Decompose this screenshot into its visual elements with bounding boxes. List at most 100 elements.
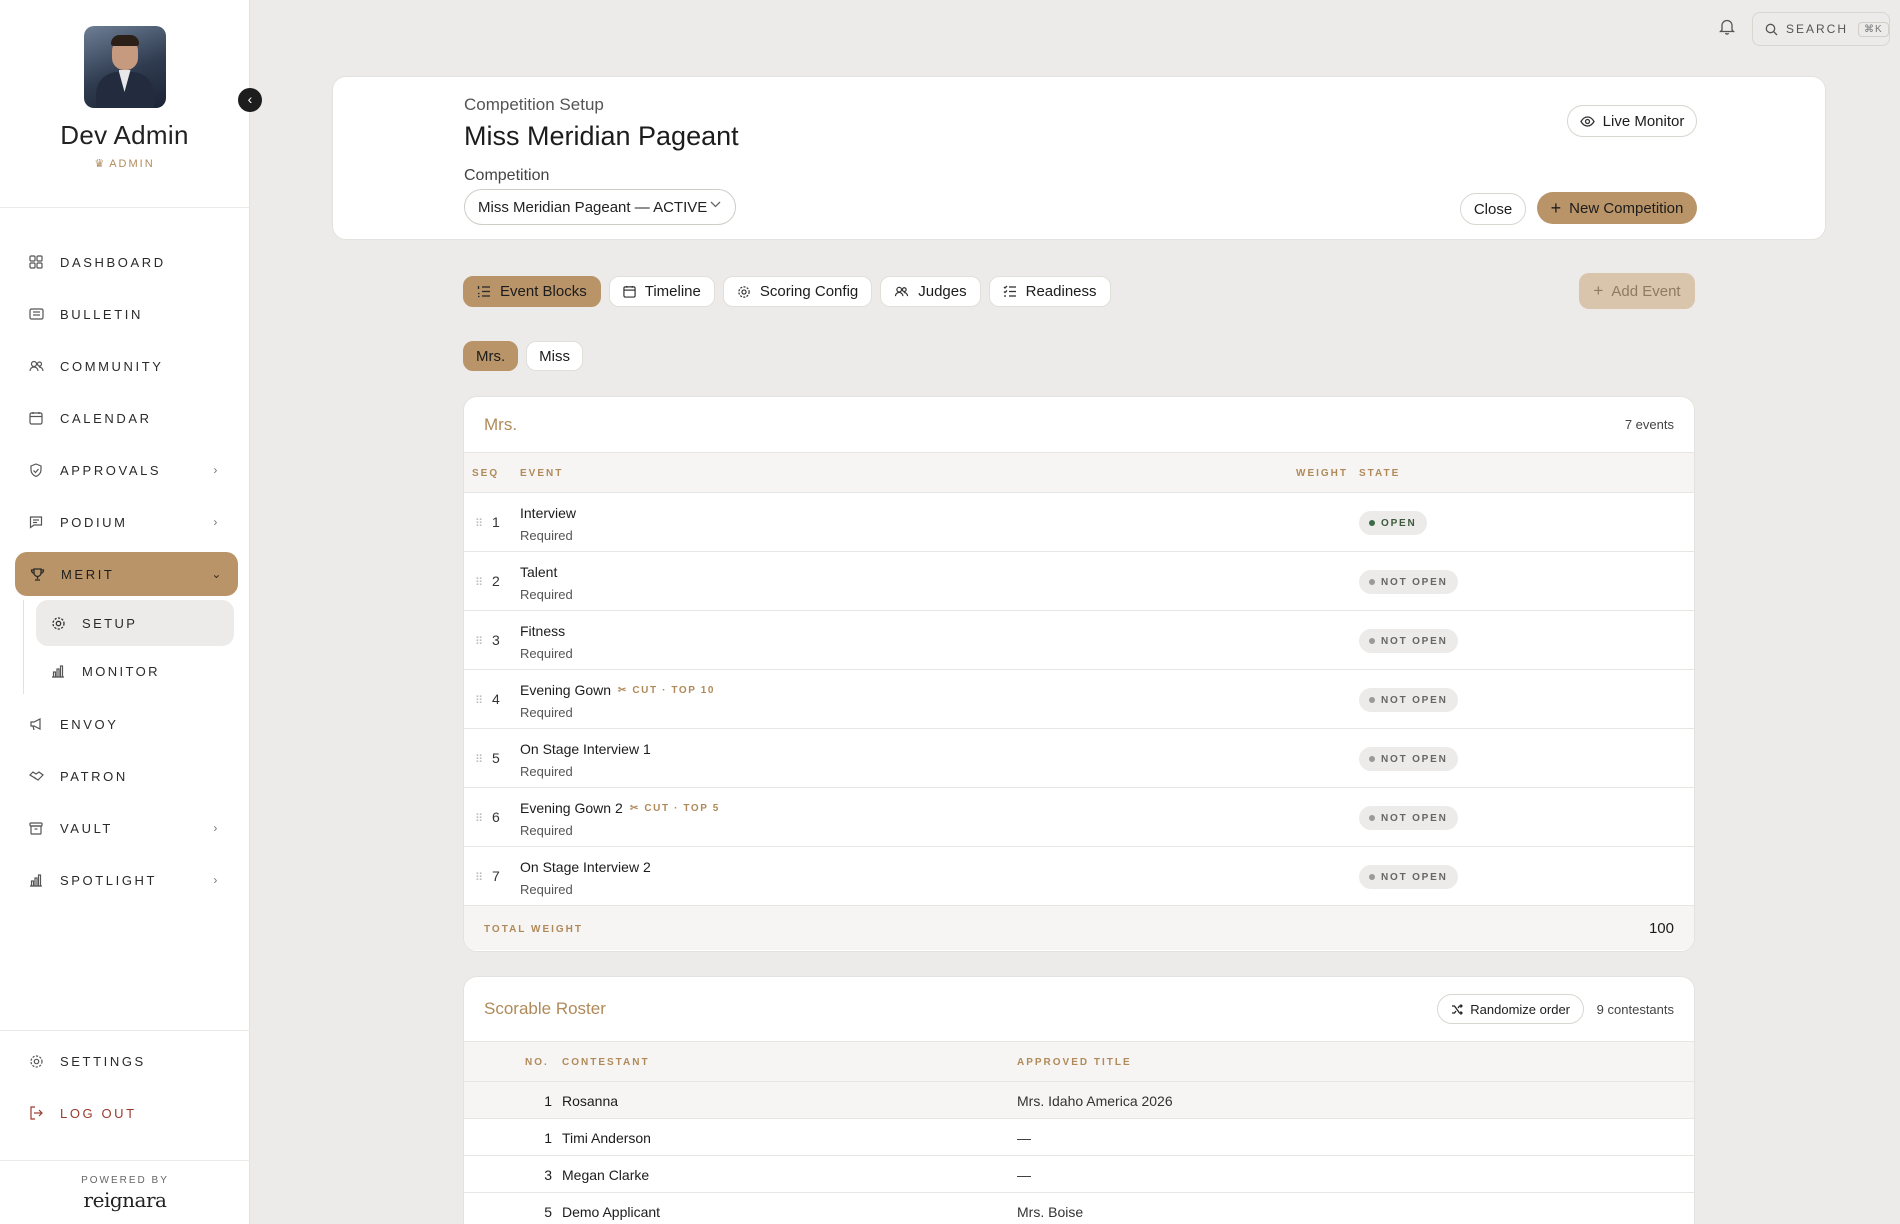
event-required: Required bbox=[520, 587, 573, 602]
competition-header-card: Competition Setup Miss Meridian Pageant … bbox=[332, 76, 1826, 240]
nav-item-bulletin[interactable]: BULLETIN bbox=[0, 288, 250, 340]
sub-item-label: SETUP bbox=[82, 615, 138, 631]
archive-icon bbox=[28, 820, 44, 836]
nav-item-vault[interactable]: VAULT › bbox=[0, 802, 250, 854]
table-row[interactable]: 3 Megan Clarke — bbox=[464, 1156, 1694, 1193]
nav-item-patron[interactable]: PATRON bbox=[0, 750, 250, 802]
event-row[interactable]: ⠿ 2 Talent Required 10 NOT OPEN bbox=[464, 552, 1694, 611]
col-state: STATE bbox=[1359, 468, 1401, 479]
approved-title: Mrs. Idaho America 2026 bbox=[1017, 1093, 1173, 1109]
nav-label: VAULT bbox=[60, 820, 113, 836]
event-row[interactable]: ⠿ 6 Evening Gown 2 ✂ CUT · TOP 5 Require… bbox=[464, 788, 1694, 847]
add-event-button[interactable]: + Add Event bbox=[1579, 273, 1695, 309]
division-label: Mrs. bbox=[476, 347, 506, 365]
card-header: Scorable Roster Randomize order 9 contes… bbox=[464, 977, 1694, 1042]
drag-handle-icon[interactable]: ⠿ bbox=[475, 871, 483, 884]
competition-select-value: Miss Meridian Pageant — ACTIVE bbox=[478, 198, 708, 216]
gear-icon bbox=[50, 615, 66, 631]
plus-icon: + bbox=[1550, 197, 1562, 218]
nav-item-community[interactable]: COMMUNITY bbox=[0, 340, 250, 392]
event-name: On Stage Interview 1 bbox=[520, 741, 651, 757]
add-event-label: Add Event bbox=[1611, 282, 1681, 300]
state-badge: OPEN bbox=[1359, 511, 1427, 535]
crown-icon: ♛ bbox=[94, 158, 107, 170]
contestant-name: Megan Clarke bbox=[562, 1167, 650, 1183]
setup-tabs: Event Blocks Timeline Scoring Config Jud… bbox=[463, 276, 1111, 307]
megaphone-icon bbox=[28, 716, 44, 732]
calendar-icon bbox=[28, 410, 44, 426]
total-weight-row: TOTAL WEIGHT 100 bbox=[464, 906, 1694, 950]
sub-item-setup[interactable]: SETUP bbox=[36, 600, 234, 646]
shield-check-icon bbox=[28, 462, 44, 478]
plus-icon: + bbox=[1593, 281, 1604, 300]
logout-button[interactable]: LOG OUT bbox=[0, 1087, 250, 1139]
table-row[interactable]: 1 Timi Anderson — bbox=[464, 1119, 1694, 1156]
drag-handle-icon[interactable]: ⠿ bbox=[475, 635, 483, 648]
status-dot bbox=[1369, 874, 1375, 880]
nav-item-merit[interactable]: MERIT ⌄ bbox=[15, 552, 238, 596]
collapse-sidebar-button[interactable]: ‹ bbox=[238, 88, 262, 112]
tab-event-blocks[interactable]: Event Blocks bbox=[463, 276, 601, 307]
nav-item-dashboard[interactable]: DASHBOARD bbox=[0, 236, 250, 288]
checklist-icon bbox=[1003, 285, 1017, 298]
competition-select[interactable]: Miss Meridian Pageant — ACTIVE bbox=[464, 189, 736, 225]
contestant-name: Timi Anderson bbox=[562, 1130, 651, 1146]
nav-item-spotlight[interactable]: SPOTLIGHT › bbox=[0, 854, 250, 906]
sub-item-monitor[interactable]: MONITOR bbox=[36, 648, 234, 694]
message-square-icon bbox=[28, 514, 44, 530]
nav-label: LOG OUT bbox=[60, 1105, 137, 1121]
scissors-icon: ✂ bbox=[618, 685, 633, 696]
list-ordered-icon bbox=[477, 285, 491, 298]
tab-readiness[interactable]: Readiness bbox=[988, 276, 1111, 307]
nav-item-envoy[interactable]: ENVOY bbox=[0, 698, 250, 750]
powered-by: POWERED BY reignara bbox=[0, 1160, 250, 1212]
division-miss[interactable]: Miss bbox=[526, 341, 583, 371]
col-no: NO. bbox=[525, 1057, 549, 1068]
live-monitor-button[interactable]: Live Monitor bbox=[1567, 105, 1697, 137]
status-dot bbox=[1369, 520, 1375, 526]
event-row[interactable]: ⠿ 5 On Stage Interview 1 Required 9 NOT … bbox=[464, 729, 1694, 788]
trophy-icon bbox=[29, 566, 45, 582]
search-button[interactable]: SEARCH ⌘K bbox=[1752, 12, 1890, 46]
event-row[interactable]: ⠿ 4 Evening Gown ✂ CUT · TOP 10 Required… bbox=[464, 670, 1694, 729]
tab-scoring-config[interactable]: Scoring Config bbox=[722, 276, 873, 307]
nav-item-podium[interactable]: PODIUM › bbox=[0, 496, 250, 548]
nav-item-calendar[interactable]: CALENDAR bbox=[0, 392, 250, 444]
tab-judges[interactable]: Judges bbox=[880, 276, 981, 307]
division-mrs[interactable]: Mrs. bbox=[463, 341, 519, 371]
event-name: Interview bbox=[520, 505, 577, 521]
state-label: NOT OPEN bbox=[1381, 694, 1448, 706]
tab-timeline[interactable]: Timeline bbox=[608, 276, 715, 307]
event-seq: 2 bbox=[492, 573, 500, 589]
table-row[interactable]: 1 Rosanna Mrs. Idaho America 2026 bbox=[464, 1082, 1694, 1119]
drag-handle-icon[interactable]: ⠿ bbox=[475, 812, 483, 825]
drag-handle-icon[interactable]: ⠿ bbox=[475, 517, 483, 530]
state-label: OPEN bbox=[1381, 517, 1417, 529]
close-button[interactable]: Close bbox=[1460, 193, 1526, 225]
newspaper-icon bbox=[28, 306, 44, 322]
event-row[interactable]: ⠿ 3 Fitness Required 17 NOT OPEN bbox=[464, 611, 1694, 670]
user-name: Dev Admin bbox=[60, 120, 189, 150]
drag-handle-icon[interactable]: ⠿ bbox=[475, 753, 483, 766]
drag-handle-icon[interactable]: ⠿ bbox=[475, 694, 483, 707]
col-seq: SEQ bbox=[472, 468, 500, 479]
event-row[interactable]: ⠿ 1 Interview Required 32 OPEN bbox=[464, 493, 1694, 552]
state-badge: NOT OPEN bbox=[1359, 806, 1458, 830]
search-shortcut: ⌘K bbox=[1858, 21, 1889, 37]
randomize-order-button[interactable]: Randomize order bbox=[1437, 994, 1584, 1024]
brand-logo: reignara bbox=[83, 1188, 167, 1212]
nav-label: ENVOY bbox=[60, 716, 119, 732]
nav-label: PODIUM bbox=[60, 514, 128, 530]
avatar[interactable] bbox=[83, 26, 166, 108]
table-row[interactable]: 5 Demo Applicant Mrs. Boise bbox=[464, 1193, 1694, 1224]
nav-item-approvals[interactable]: APPROVALS › bbox=[0, 444, 250, 496]
division-label: Miss bbox=[539, 347, 570, 365]
nav-item-settings[interactable]: SETTINGS bbox=[0, 1035, 250, 1087]
contestant-no: 1 bbox=[544, 1093, 552, 1109]
drag-handle-icon[interactable]: ⠿ bbox=[475, 576, 483, 589]
event-row[interactable]: ⠿ 7 On Stage Interview 2 Required 5 NOT … bbox=[464, 847, 1694, 906]
chevron-down-icon bbox=[710, 199, 721, 211]
new-competition-button[interactable]: + New Competition bbox=[1537, 192, 1697, 224]
notifications-button[interactable] bbox=[1716, 18, 1738, 40]
tab-label: Event Blocks bbox=[500, 283, 587, 300]
